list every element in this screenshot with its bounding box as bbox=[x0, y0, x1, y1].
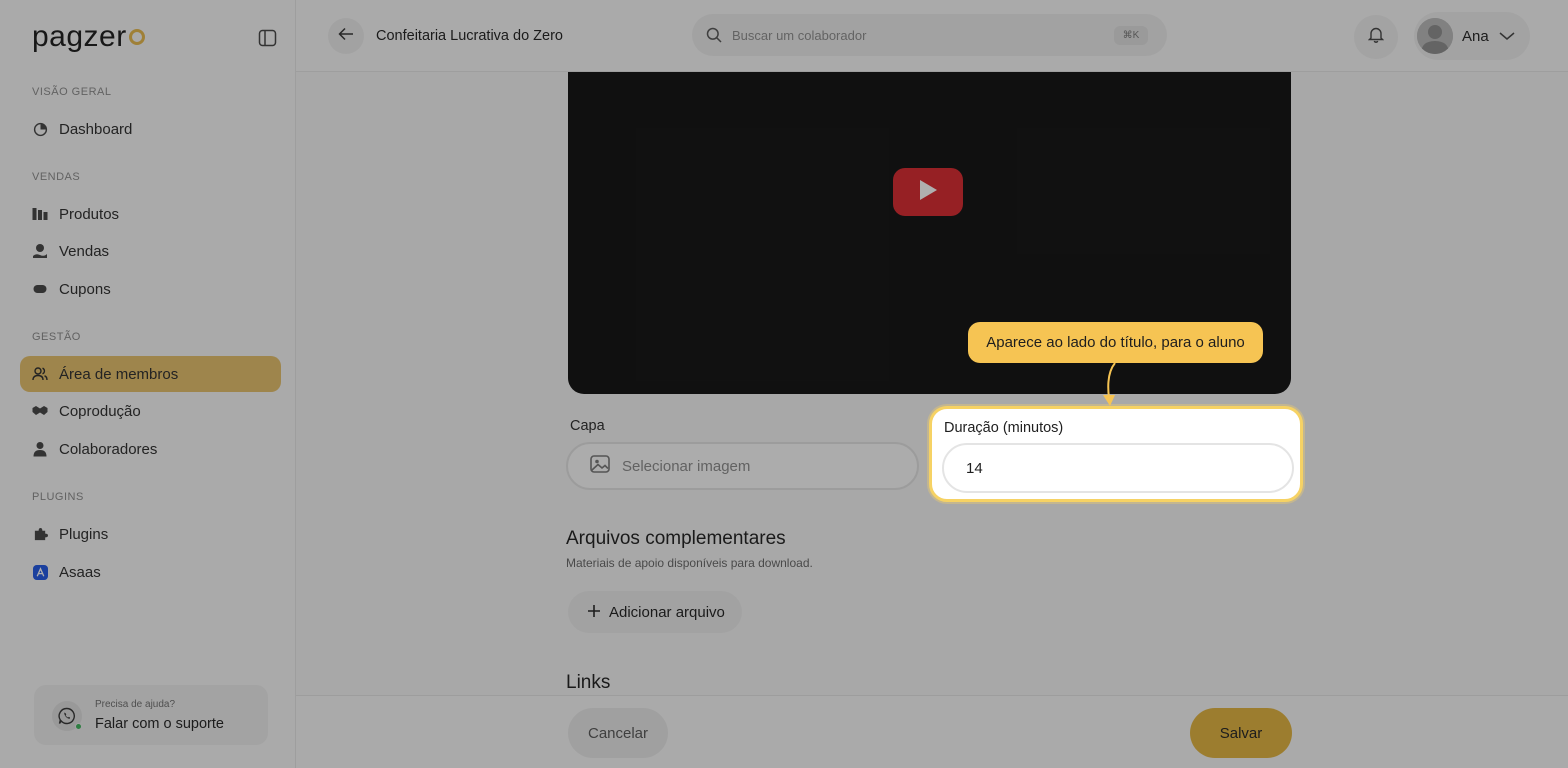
tour-tooltip: Aparece ao lado do título, para o aluno bbox=[968, 322, 1263, 363]
tour-overlay[interactable] bbox=[0, 0, 1568, 768]
tooltip-text: Aparece ao lado do título, para o aluno bbox=[986, 334, 1245, 351]
duration-label: Duração (minutos) bbox=[944, 420, 1064, 436]
tooltip-arrow-icon bbox=[1103, 362, 1116, 406]
duration-input[interactable] bbox=[942, 443, 1294, 493]
duration-field-highlight: Duração (minutos) bbox=[929, 406, 1303, 502]
